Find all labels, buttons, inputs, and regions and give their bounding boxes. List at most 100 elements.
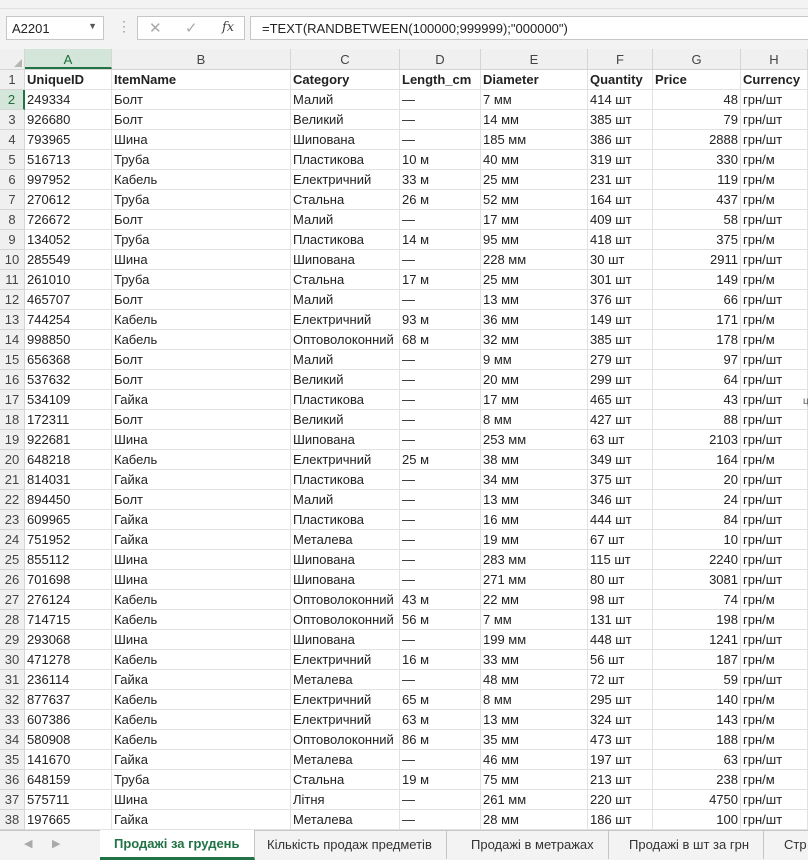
row-header[interactable]: 37 — [0, 790, 25, 810]
cell[interactable]: 648159 — [25, 770, 112, 790]
cell[interactable]: 119 — [653, 170, 741, 190]
cell[interactable]: 293068 — [25, 630, 112, 650]
cell[interactable]: 283 мм — [481, 550, 588, 570]
next-sheet-icon[interactable]: ▶ — [52, 837, 60, 850]
column-title-a[interactable]: UniqueID — [25, 70, 112, 90]
cell[interactable]: 17 мм — [481, 210, 588, 230]
cell[interactable]: 56 м — [400, 610, 481, 630]
column-title-h[interactable]: Currency — [741, 70, 808, 90]
cell[interactable]: 270612 — [25, 190, 112, 210]
formula-input[interactable]: =TEXT(RANDBETWEEN(100000;999999);"000000… — [250, 16, 808, 40]
column-title-b[interactable]: ItemName — [112, 70, 291, 90]
cell[interactable]: грн/шт — [741, 510, 808, 530]
cell[interactable]: 894450 — [25, 490, 112, 510]
cell[interactable]: 228 мм — [481, 250, 588, 270]
select-all-button[interactable] — [0, 49, 25, 69]
cell[interactable]: 198 — [653, 610, 741, 630]
cell[interactable]: 68 м — [400, 330, 481, 350]
cell[interactable]: 134052 — [25, 230, 112, 250]
cell[interactable]: 141670 — [25, 750, 112, 770]
row-header[interactable]: 21 — [0, 470, 25, 490]
cell[interactable]: 28 мм — [481, 810, 588, 830]
row-header[interactable]: 17 — [0, 390, 25, 410]
cell[interactable]: грн/м — [741, 690, 808, 710]
cell[interactable]: 199 мм — [481, 630, 588, 650]
cell[interactable]: 149 шт — [588, 310, 653, 330]
more-options-icon[interactable]: ⋮ — [117, 18, 131, 35]
cell[interactable]: 9 мм — [481, 350, 588, 370]
cell[interactable]: 13 мм — [481, 490, 588, 510]
cell[interactable]: 299 шт — [588, 370, 653, 390]
cell[interactable]: 607386 — [25, 710, 112, 730]
cell[interactable]: Великий — [291, 410, 400, 430]
row-header[interactable]: 23 — [0, 510, 25, 530]
cell[interactable]: 19 мм — [481, 530, 588, 550]
cell[interactable]: 409 шт — [588, 210, 653, 230]
cell[interactable]: 10 — [653, 530, 741, 550]
row-header[interactable]: 33 — [0, 710, 25, 730]
cell[interactable]: Малий — [291, 290, 400, 310]
cell[interactable]: 19 м — [400, 770, 481, 790]
cell[interactable]: 13 мм — [481, 710, 588, 730]
cell[interactable]: Шина — [112, 630, 291, 650]
cell[interactable]: 301 шт — [588, 270, 653, 290]
cell[interactable]: Шипована — [291, 570, 400, 590]
column-title-f[interactable]: Quantity — [588, 70, 653, 90]
cell[interactable]: 2103 — [653, 430, 741, 450]
cell[interactable]: — — [400, 90, 481, 110]
cell[interactable]: 115 шт — [588, 550, 653, 570]
cell[interactable]: — — [400, 570, 481, 590]
cell[interactable]: 656368 — [25, 350, 112, 370]
cell[interactable]: 197665 — [25, 810, 112, 830]
row-header[interactable]: 18 — [0, 410, 25, 430]
cell[interactable]: Електричний — [291, 310, 400, 330]
row-header[interactable]: 4 — [0, 130, 25, 150]
cell[interactable]: 2240 — [653, 550, 741, 570]
cell[interactable]: Стальна — [291, 190, 400, 210]
cell[interactable]: Кабель — [112, 330, 291, 350]
row-header[interactable]: 36 — [0, 770, 25, 790]
column-header-h[interactable]: H — [741, 49, 808, 69]
column-title-e[interactable]: Diameter — [481, 70, 588, 90]
cell[interactable]: 197 шт — [588, 750, 653, 770]
chevron-down-icon[interactable]: ▼ — [88, 21, 97, 31]
cell[interactable]: 238 — [653, 770, 741, 790]
row-header[interactable]: 10 — [0, 250, 25, 270]
cell[interactable]: 3081 — [653, 570, 741, 590]
cell[interactable]: 349 шт — [588, 450, 653, 470]
cell[interactable]: — — [400, 350, 481, 370]
cell[interactable]: 88 — [653, 410, 741, 430]
cell[interactable]: 67 шт — [588, 530, 653, 550]
cell[interactable]: 86 м — [400, 730, 481, 750]
cell[interactable]: Гайка — [112, 810, 291, 830]
cell[interactable]: Малий — [291, 210, 400, 230]
cell[interactable]: грн/шт — [741, 210, 808, 230]
cell[interactable]: 65 м — [400, 690, 481, 710]
cell[interactable]: 20 мм — [481, 370, 588, 390]
insert-function-icon[interactable]: fx — [222, 20, 234, 35]
cell[interactable]: грн/шт — [741, 530, 808, 550]
cell[interactable]: Оптоволоконний — [291, 590, 400, 610]
cell[interactable]: грн/шт — [741, 750, 808, 770]
cell[interactable]: 14 м — [400, 230, 481, 250]
cell[interactable]: 414 шт — [588, 90, 653, 110]
cell[interactable]: грн/шт — [741, 550, 808, 570]
cell[interactable]: 16 мм — [481, 510, 588, 530]
cell[interactable]: 648218 — [25, 450, 112, 470]
column-header-d[interactable]: D — [400, 49, 481, 69]
cell[interactable]: грн/шт — [741, 630, 808, 650]
row-header[interactable]: 8 — [0, 210, 25, 230]
cell[interactable]: 726672 — [25, 210, 112, 230]
cell[interactable]: — — [400, 670, 481, 690]
row-header[interactable]: 13 — [0, 310, 25, 330]
cell[interactable]: 100 — [653, 810, 741, 830]
cell[interactable]: Труба — [112, 190, 291, 210]
cell[interactable]: Шина — [112, 570, 291, 590]
cell[interactable]: 17 мм — [481, 390, 588, 410]
cell[interactable]: — — [400, 530, 481, 550]
cell[interactable]: грн/шт — [741, 390, 808, 410]
cell[interactable]: Кабель — [112, 690, 291, 710]
cell[interactable]: Оптоволоконний — [291, 730, 400, 750]
cell[interactable]: Болт — [112, 290, 291, 310]
cell[interactable]: 575711 — [25, 790, 112, 810]
